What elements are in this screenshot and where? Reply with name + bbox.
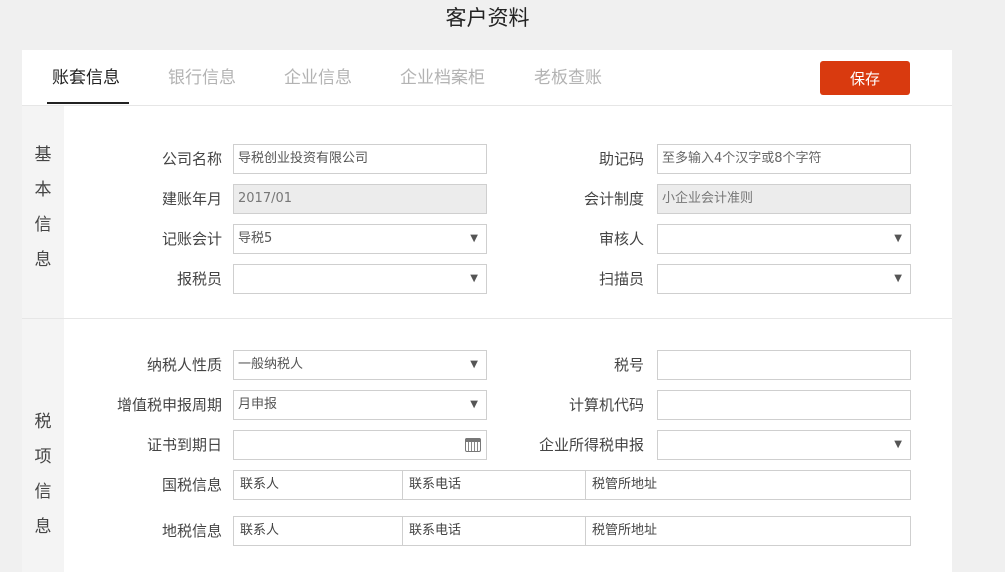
reviewer-label: 审核人 bbox=[598, 230, 644, 248]
vat-period-label: 增值税申报周期 bbox=[116, 396, 222, 414]
national-tax-label: 国税信息 bbox=[161, 476, 222, 494]
tab-account-set-info[interactable]: 账套信息 bbox=[52, 66, 120, 90]
tab-bank-info[interactable]: 银行信息 bbox=[168, 66, 236, 90]
scanner-label: 扫描员 bbox=[598, 270, 644, 288]
mnemonic-label: 助记码 bbox=[598, 150, 644, 168]
national-contact-field[interactable]: 联系人 bbox=[234, 471, 403, 499]
tab-bar: 账套信息 银行信息 企业信息 企业档案柜 老板查账 保存 bbox=[22, 50, 952, 106]
cit-label: 企业所得税申报 bbox=[538, 436, 644, 454]
tab-boss-audit[interactable]: 老板查账 bbox=[534, 66, 602, 90]
section-divider bbox=[22, 318, 952, 319]
main-panel: 账套信息 银行信息 企业信息 企业档案柜 老板查账 保存 基 本 信 息 公司名… bbox=[22, 50, 952, 572]
tax-filer-label: 报税员 bbox=[176, 270, 222, 288]
cert-expiry-label: 证书到期日 bbox=[146, 436, 222, 454]
local-tax-label: 地税信息 bbox=[161, 522, 222, 540]
chevron-down-icon[interactable]: ▼ bbox=[894, 431, 902, 459]
taxpayer-type-label: 纳税人性质 bbox=[146, 356, 222, 374]
reviewer-select[interactable]: ▼ bbox=[657, 224, 911, 254]
national-phone-field[interactable]: 联系电话 bbox=[403, 471, 586, 499]
local-contact-field[interactable]: 联系人 bbox=[234, 517, 403, 545]
tab-enterprise-info[interactable]: 企业信息 bbox=[284, 66, 352, 90]
save-button[interactable]: 保存 bbox=[820, 61, 910, 95]
page-title: 客户资料 bbox=[445, 6, 530, 30]
computer-code-label: 计算机代码 bbox=[568, 396, 644, 414]
tax-number-field[interactable] bbox=[657, 350, 911, 380]
tab-enterprise-archive[interactable]: 企业档案柜 bbox=[400, 66, 485, 90]
accounting-system-label: 会计制度 bbox=[583, 190, 644, 208]
local-office-address-field[interactable]: 税管所地址 bbox=[586, 517, 910, 545]
accounting-system-field: 小企业会计准则 bbox=[657, 184, 911, 214]
scanner-select[interactable]: ▼ bbox=[657, 264, 911, 294]
mnemonic-field[interactable] bbox=[657, 144, 911, 174]
local-tax-fields: 联系人 联系电话 税管所地址 bbox=[233, 516, 911, 546]
bookkeeper-label: 记账会计 bbox=[161, 230, 222, 248]
company-name-label: 公司名称 bbox=[161, 150, 222, 168]
national-tax-fields: 联系人 联系电话 税管所地址 bbox=[233, 470, 911, 500]
computer-code-field[interactable] bbox=[657, 390, 911, 420]
tax-number-label: 税号 bbox=[613, 356, 644, 374]
open-month-label: 建账年月 bbox=[161, 190, 222, 208]
chevron-down-icon[interactable]: ▼ bbox=[894, 265, 902, 293]
cit-select[interactable]: ▼ bbox=[657, 430, 911, 460]
active-tab-underline bbox=[47, 102, 129, 104]
national-office-address-field[interactable]: 税管所地址 bbox=[586, 471, 910, 499]
chevron-down-icon[interactable]: ▼ bbox=[894, 225, 902, 253]
local-phone-field[interactable]: 联系电话 bbox=[403, 517, 586, 545]
mnemonic-input[interactable] bbox=[662, 145, 910, 172]
